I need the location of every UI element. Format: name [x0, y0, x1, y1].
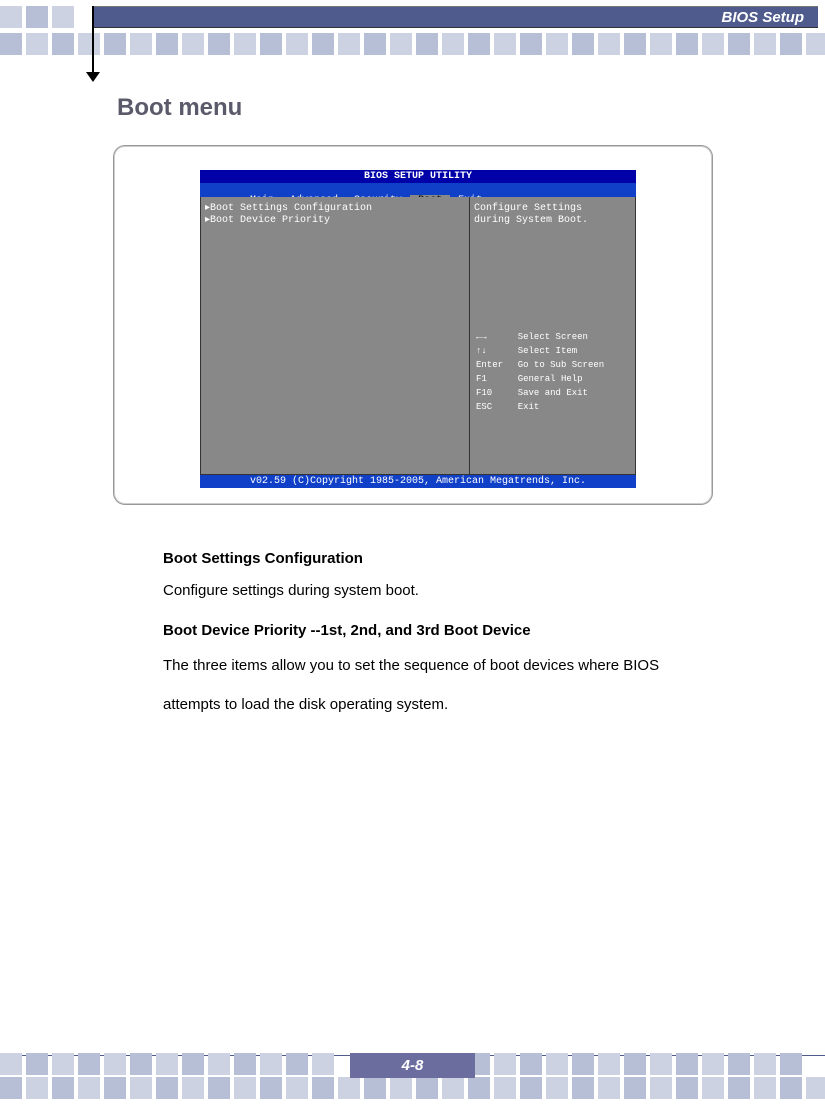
header-squares-bottom [0, 33, 825, 55]
heading-boot-device-priority: Boot Device Priority --1st, 2nd, and 3rd… [163, 622, 723, 639]
menu-item-boot-device-priority[interactable]: Boot Device Priority [205, 215, 465, 227]
help-line-2: during System Boot. [474, 215, 631, 227]
key-ud-icon: ↑↓ [476, 345, 516, 357]
key-f1: F1 [476, 373, 516, 385]
header-title: BIOS Setup [721, 9, 804, 26]
bios-key-hints: ←→Select Screen ↑↓Select Item EnterGo to… [474, 329, 631, 415]
heading-boot-settings-configuration: Boot Settings Configuration [163, 550, 723, 567]
paragraph-2a: The three items allow you to set the seq… [163, 657, 723, 674]
help-line-1: Configure Settings [474, 203, 631, 215]
footer-squares-row2 [0, 1077, 825, 1099]
bios-left-pane: Boot Settings Configuration Boot Device … [200, 197, 470, 475]
bios-menubar: MainAdvancedSecurityBootExit [200, 183, 636, 197]
key-esc: ESC [476, 401, 516, 413]
hint-exit: Exit [518, 401, 629, 413]
key-f10: F10 [476, 387, 516, 399]
header-bar: BIOS Setup [92, 6, 818, 28]
section-title: Boot menu [117, 94, 242, 122]
hint-sub-screen: Go to Sub Screen [518, 359, 629, 371]
hint-save-exit: Save and Exit [518, 387, 629, 399]
bios-right-pane: Configure Settings during System Boot. ←… [470, 197, 636, 475]
bios-title: BIOS SETUP UTILITY [200, 170, 636, 183]
page-footer: 4-8 [0, 1038, 825, 1098]
paragraph-2b: attempts to load the disk operating syst… [163, 696, 723, 713]
arrow-line [92, 6, 94, 76]
page-number: 4-8 [350, 1053, 475, 1078]
paragraph-1: Configure settings during system boot. [163, 582, 723, 599]
key-lr-icon: ←→ [476, 331, 516, 343]
menu-item-boot-settings-configuration[interactable]: Boot Settings Configuration [205, 203, 465, 215]
page-header: BIOS Setup [0, 0, 825, 55]
figure-frame: BIOS SETUP UTILITY MainAdvancedSecurityB… [113, 145, 713, 505]
hint-select-screen: Select Screen [518, 331, 629, 343]
hint-general-help: General Help [518, 373, 629, 385]
bios-body: Boot Settings Configuration Boot Device … [200, 197, 636, 475]
bios-help-text: Configure Settings during System Boot. [474, 203, 631, 227]
arrow-down-icon [86, 72, 100, 82]
header-squares-top [0, 6, 78, 28]
bios-setup-utility: BIOS SETUP UTILITY MainAdvancedSecurityB… [200, 170, 636, 488]
bios-footer: v02.59 (C)Copyright 1985-2005, American … [200, 475, 636, 488]
hint-select-item: Select Item [518, 345, 629, 357]
key-enter: Enter [476, 359, 516, 371]
